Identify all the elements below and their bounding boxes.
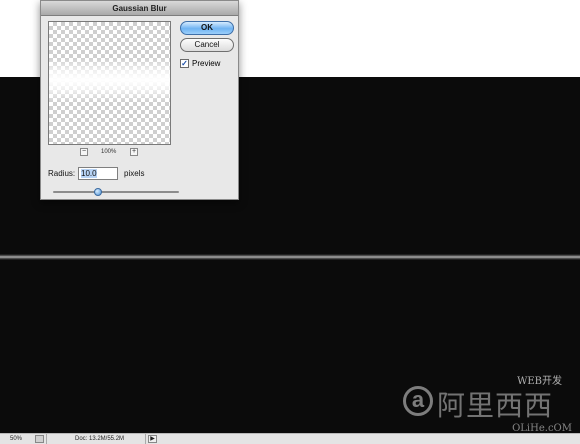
slider-track [53,191,179,193]
status-menu-arrow-icon[interactable]: ▶ [148,435,157,443]
status-preview-icon[interactable] [35,435,44,443]
document-info: Doc: 13.2M/55.2M [46,434,146,444]
blurred-light-line [0,254,580,260]
radius-value: 10.0 [81,169,97,178]
preview-zoom-percent: 100% [101,149,117,155]
preview-blur-band [49,58,170,102]
dialog-title[interactable]: Gaussian Blur [41,1,238,16]
zoom-level[interactable]: 50% [10,434,22,444]
status-bar: 50% Doc: 13.2M/55.2M ▶ [0,433,580,444]
slider-thumb[interactable] [94,188,103,196]
checkbox-checkmark-icon[interactable]: ✓ [180,59,189,68]
radius-label: Radius: [48,169,76,178]
ok-button[interactable]: OK [180,21,234,35]
gaussian-blur-dialog: Gaussian Blur − 100% + OK Cancel ✓ Previ… [40,0,239,200]
radius-unit: pixels [124,169,145,178]
blur-preview[interactable] [48,21,171,145]
watermark: WEB开发 a 阿里西西 OLiHe.cOM [403,372,578,434]
cancel-button[interactable]: Cancel [180,38,234,52]
watermark-logo-icon: a [403,386,433,416]
radius-input[interactable]: 10.0 [78,167,118,180]
zoom-out-button[interactable]: − [80,148,88,156]
preview-zoom-controls: − 100% + [79,148,139,157]
watermark-main-text: 阿里西西 [437,389,554,422]
zoom-in-button[interactable]: + [130,148,138,156]
radius-slider[interactable] [53,188,179,196]
preview-label: Preview [192,59,221,68]
